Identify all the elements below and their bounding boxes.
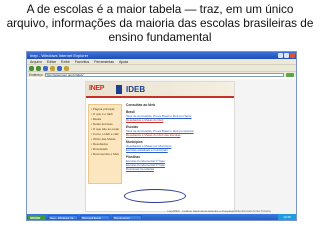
windows-taskbar: iniciar Inep - Windows Int... Microsoft … <box>27 214 296 220</box>
minimize-icon[interactable] <box>278 53 283 58</box>
menu-item-arquivo[interactable]: Arquivo <box>30 60 42 64</box>
menu-item-ajuda[interactable]: Ajuda <box>119 60 128 64</box>
section-link[interactable]: Resultados e Metas do Ideb das Escolas <box>126 133 232 137</box>
left-navigation: Página principal O que é o Ideb Metas No… <box>88 104 122 184</box>
start-button[interactable]: iniciar <box>28 214 46 220</box>
go-button[interactable] <box>286 72 294 77</box>
maximize-icon[interactable] <box>284 53 289 58</box>
ideb-logo[interactable]: IDEB <box>126 85 145 94</box>
favorites-icon[interactable] <box>64 65 69 71</box>
site-banner: INEP IDEB <box>86 82 234 98</box>
menu-item-favoritos[interactable]: Favoritos <box>75 60 89 64</box>
ideb-page: INEP IDEB Página principal O que é o Ide… <box>85 81 271 213</box>
menu-item-exibir[interactable]: Exibir <box>61 60 70 64</box>
page-heading: Consultas ao Ideb <box>126 103 156 107</box>
address-bar: Endereço http://www.inep.gov.br/ideb/ <box>27 71 296 77</box>
browser-toolbar <box>27 64 296 71</box>
main-content: Consultas ao Ideb Brasil Taxa de Aprovaç… <box>126 103 232 171</box>
address-label: Endereço <box>29 72 43 77</box>
section-link[interactable]: Resultados e Metas do Ideb <box>126 118 232 122</box>
inep-logo[interactable]: INEP <box>89 85 104 92</box>
address-input[interactable]: http://www.inep.gov.br/ideb/ <box>44 72 284 77</box>
taskbar-item[interactable]: Documento1 <box>112 215 142 220</box>
ideb-logo-mark <box>116 85 122 94</box>
slide-caption: A de escolas é a maior tabela — traz, em… <box>6 2 314 44</box>
menu-item-ferramentas[interactable]: Ferramentas <box>94 60 114 64</box>
section-link[interactable]: Escolas estaduais e municipais <box>126 148 232 152</box>
section-link[interactable]: Download de tabelas <box>126 167 232 171</box>
taskbar-item[interactable]: Inep - Windows Int... <box>48 215 78 220</box>
nav-item[interactable]: Documentos e Metas <box>91 152 119 157</box>
close-icon[interactable] <box>290 53 295 58</box>
window-titlebar: Inep - Windows Internet Explorer <box>27 52 296 59</box>
window-title: Inep - Windows Internet Explorer <box>30 53 89 58</box>
browser-screenshot: Inep - Windows Internet Explorer Arquivo… <box>26 51 297 221</box>
search-icon[interactable] <box>57 65 62 71</box>
highlight-ellipse <box>124 189 186 203</box>
taskbar-item[interactable]: Microsoft Excel <box>80 215 110 220</box>
back-icon[interactable] <box>29 65 34 71</box>
system-clock: 12:40 <box>278 214 296 220</box>
home-icon[interactable] <box>50 65 55 71</box>
page-viewport: INEP IDEB Página principal O que é o Ide… <box>27 79 296 214</box>
forward-icon[interactable] <box>36 65 41 71</box>
page-footer: Inep/MEC - Instituto Nacional de Estudos… <box>167 209 271 213</box>
refresh-icon[interactable] <box>43 65 48 71</box>
menu-item-editar[interactable]: Editar <box>47 60 56 64</box>
